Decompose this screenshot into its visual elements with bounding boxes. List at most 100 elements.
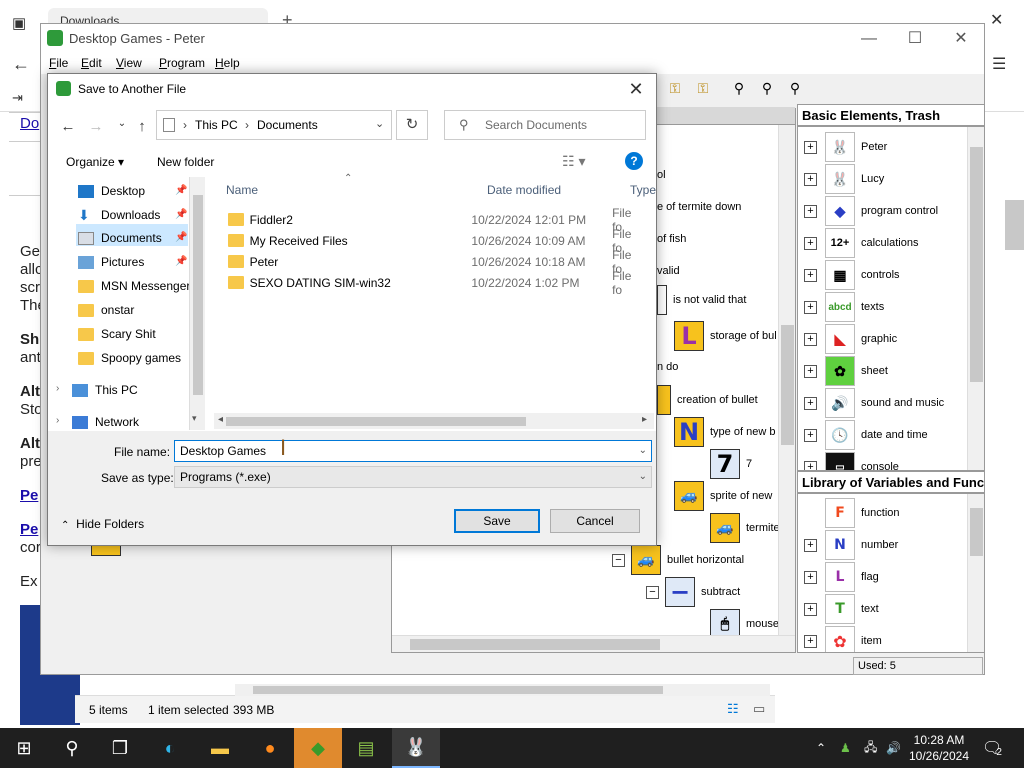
refresh-button[interactable]: ↻ (396, 110, 428, 140)
explorer-hscroll-thumb[interactable] (253, 686, 663, 694)
breadcrumb-this-pc[interactable]: This PC (195, 118, 238, 132)
menu-program[interactable]: Program (159, 56, 205, 70)
up-icon[interactable]: ↑ (132, 118, 152, 138)
nav-item-spoopy-games[interactable]: Spoopy games (78, 347, 181, 369)
basic-item-peter[interactable]: + 🐰 Peter (804, 132, 887, 162)
browser-close-icon[interactable]: ✕ (990, 10, 1003, 30)
nav-item-scary-shit[interactable]: Scary Shit (78, 323, 156, 345)
tree-item[interactable]: is not valid that (657, 285, 746, 315)
expand-icon[interactable]: + (804, 236, 817, 250)
basic-item-sheet[interactable]: + ✿ sheet (804, 356, 888, 386)
recent-locations-icon[interactable]: ⌄ (112, 118, 132, 138)
file-list-hscroll[interactable]: ◂ ▸ (214, 413, 654, 429)
nav-item-pictures[interactable]: Pictures (78, 251, 144, 273)
tray-clock[interactable]: 10:28 AM 10/26/2024 (908, 728, 970, 768)
taskbar-firefox[interactable]: ● (246, 728, 294, 768)
basic-item-calculations[interactable]: +12+ calculations (804, 228, 918, 258)
file-row[interactable]: Fiddler2 10/22/2024 12:01 PM File fo (214, 206, 644, 234)
basic-item-texts[interactable]: + abcd texts (804, 292, 884, 322)
tree-hscroll[interactable] (392, 635, 795, 652)
column-type[interactable]: Type (630, 183, 656, 197)
expand-icon[interactable]: + (804, 602, 817, 616)
taskbar-editor[interactable]: ▤ (342, 728, 390, 768)
hide-folders-button[interactable]: ⌃ Hide Folders (61, 517, 144, 531)
toolbar-lock-icon[interactable]: ⚿ (667, 80, 683, 96)
basic-item-date-time[interactable]: + 🕓 date and time (804, 420, 928, 450)
nav-item-downloads[interactable]: ⬇ Downloads (78, 204, 160, 226)
nav-item-desktop[interactable]: Desktop (78, 180, 145, 202)
expand-chevron-icon[interactable]: › (56, 415, 59, 426)
taskbar-edge[interactable]: ◐ (146, 728, 194, 768)
minimize-icon[interactable]: — (847, 28, 891, 50)
toolbar-find-prev-icon[interactable]: ⚲ (787, 80, 803, 96)
nav-vscroll-thumb[interactable] (193, 195, 203, 395)
nav-item-documents[interactable]: Documents (78, 227, 162, 249)
dialog-close-icon[interactable]: ✕ (622, 77, 650, 101)
tray-people[interactable]: ♟ (840, 728, 851, 768)
chevron-down-icon[interactable]: ⌄ (639, 471, 647, 482)
basic-item-console[interactable]: + ▭ console (804, 452, 899, 470)
expand-icon[interactable]: + (804, 428, 817, 442)
save-button[interactable]: Save (454, 509, 540, 533)
browser-scrollbar[interactable] (1005, 200, 1024, 250)
column-date-modified[interactable]: Date modified (487, 183, 561, 197)
address-dropdown-icon[interactable]: ⌄ (375, 117, 384, 130)
chevron-down-icon[interactable]: ⌄ (639, 445, 647, 456)
scroll-left-icon[interactable]: ◂ (218, 414, 223, 425)
address-bar[interactable]: › This PC › Documents ⌄ (156, 110, 392, 140)
taskbar-peter[interactable]: 🐰 (392, 728, 440, 768)
expand-icon[interactable]: + (804, 538, 817, 552)
taskbar-file-explorer[interactable]: ▬ (196, 728, 244, 768)
toolbar-unlock-icon[interactable]: ⚿ (695, 80, 711, 96)
file-list-hscroll-thumb[interactable] (226, 417, 526, 426)
tree-item[interactable]: − 🚙 bullet horizontal (612, 545, 744, 575)
expand-icon[interactable]: + (804, 172, 817, 186)
tray-volume[interactable]: 🔊 (886, 728, 901, 768)
nav-item-this-pc[interactable]: This PC (72, 379, 138, 401)
library-vscroll-thumb[interactable] (970, 508, 983, 556)
tree-item[interactable]: valid (657, 265, 680, 277)
file-row[interactable]: My Received Files 10/26/2024 10:09 AM File… (214, 227, 644, 255)
basic-vscroll-thumb[interactable] (970, 147, 983, 382)
organize-button[interactable]: Organize ▾ (66, 155, 124, 169)
task-view-button[interactable]: ❐ (96, 728, 144, 768)
menu-file[interactable]: File (49, 56, 68, 70)
expand-icon[interactable]: + (804, 140, 817, 154)
expand-chevron-icon[interactable]: › (56, 383, 59, 394)
page-link[interactable]: Pe (20, 521, 38, 538)
help-icon[interactable]: ? (625, 152, 643, 170)
close-icon[interactable]: ✕ (939, 28, 983, 50)
tree-vscroll[interactable] (778, 125, 795, 635)
nav-item-onstar[interactable]: onstar (78, 299, 134, 321)
basic-item-lucy[interactable]: + 🐰 Lucy (804, 164, 884, 194)
column-name[interactable]: Name (226, 183, 258, 197)
tree-item[interactable]: n do (657, 361, 678, 373)
tree-item[interactable]: 77 (710, 449, 752, 479)
file-row[interactable]: SEXO DATING SIM-win32 10/22/2024 1:02 PM F… (214, 269, 644, 297)
library-item-text[interactable]: + Ttext (804, 594, 879, 624)
menu-edit[interactable]: Edit (81, 56, 102, 70)
maximize-icon[interactable]: ☐ (893, 28, 937, 50)
menu-help[interactable]: Help (215, 56, 240, 70)
collapse-icon[interactable]: − (646, 585, 659, 599)
tree-item[interactable]: − − subtract (646, 577, 740, 607)
tray-chevron[interactable]: ⌃ (816, 728, 826, 768)
new-folder-button[interactable]: New folder (157, 155, 214, 169)
save-type-select[interactable]: Programs (*.exe) ⌄ (174, 466, 652, 488)
basic-vscroll[interactable] (967, 127, 984, 470)
expand-icon[interactable]: + (804, 332, 817, 346)
library-item-flag[interactable]: + Lflag (804, 562, 879, 592)
details-view-icon[interactable]: ☷ (727, 701, 739, 717)
basic-item-program-control[interactable]: + ◆ program control (804, 196, 938, 226)
forward-icon[interactable]: → (86, 118, 106, 138)
nav-vscroll[interactable]: ▾ (189, 177, 205, 430)
expand-icon[interactable]: + (804, 634, 817, 648)
tab-list-icon[interactable]: ▣ (12, 14, 26, 32)
expand-icon[interactable]: + (804, 396, 817, 410)
basic-item-controls[interactable]: + ▦ controls (804, 260, 900, 290)
basic-item-graphic[interactable]: + ◣ graphic (804, 324, 897, 354)
file-name-input[interactable]: Desktop Games ⌄ (174, 440, 652, 462)
browser-menu-icon[interactable]: ☰ (992, 54, 1006, 74)
tree-item[interactable]: ol (657, 169, 666, 181)
expand-icon[interactable]: + (804, 300, 817, 314)
